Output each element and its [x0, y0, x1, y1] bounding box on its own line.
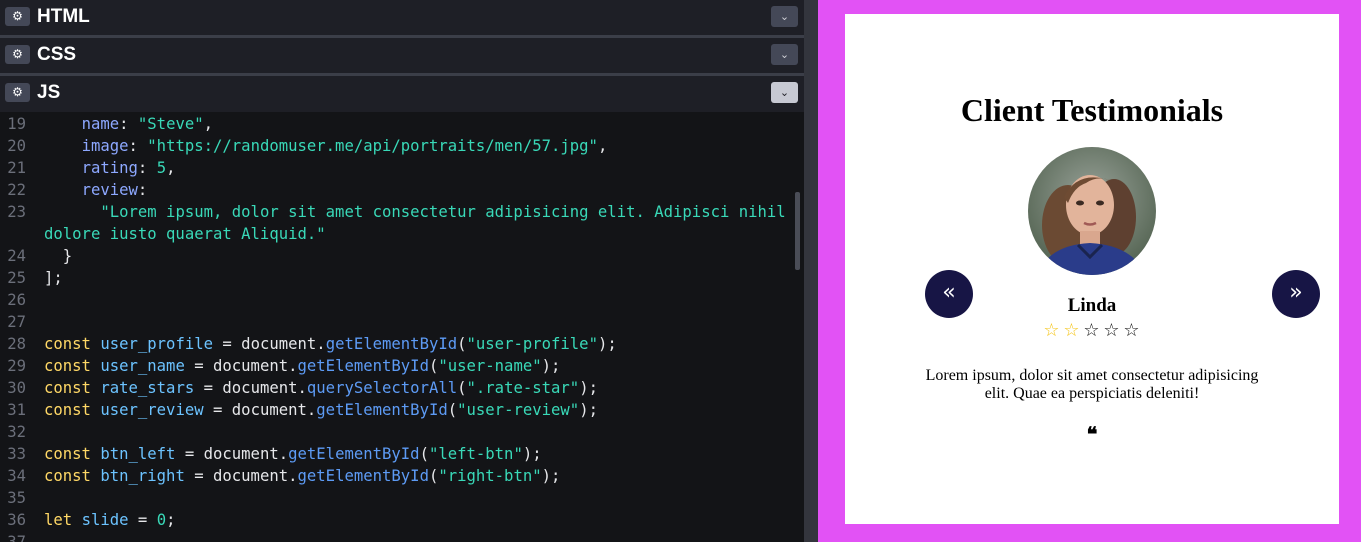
code-text[interactable]: dolore iusto quaerat Aliquid.": [44, 223, 326, 245]
code-line[interactable]: 31 const user_review = document.getElemen…: [0, 399, 796, 421]
line-number: 19: [7, 115, 26, 133]
code-line[interactable]: 19 name: "Steve",: [0, 113, 796, 135]
code-line[interactable]: 29 const user_name = document.getElementB…: [0, 355, 796, 377]
line-number: 28: [7, 335, 26, 353]
line-number: 20: [7, 137, 26, 155]
html-panel-title: HTML: [37, 6, 90, 27]
js-panel-header[interactable]: ⚙ JS ⌄: [0, 76, 804, 112]
code-line[interactable]: 22 review:: [0, 179, 796, 201]
code-line[interactable]: dolore iusto quaerat Aliquid.": [0, 223, 796, 245]
chevron-down-icon[interactable]: ⌄: [771, 6, 798, 27]
html-panel-header[interactable]: ⚙ HTML ⌄: [0, 0, 804, 36]
line-number: 35: [7, 489, 26, 507]
preview-pane: Client Testimonials « » Linda ☆ ☆ ☆ ☆ ☆ …: [818, 0, 1361, 542]
code-text[interactable]: ];: [44, 267, 63, 289]
gear-icon[interactable]: ⚙: [5, 7, 30, 26]
line-number: 30: [7, 379, 26, 397]
star-icon: ☆: [1083, 320, 1101, 341]
line-number: 24: [7, 247, 26, 265]
line-number: 25: [7, 269, 26, 287]
user-name: Linda: [1067, 295, 1117, 316]
code-editor: ⚙ HTML ⌄ ⚙ CSS ⌄ ⚙ JS ⌄ 19 name: "Steve"…: [0, 0, 804, 542]
star-icon: ☆: [1063, 320, 1081, 341]
line-number: 37: [7, 533, 26, 542]
code-line[interactable]: 33 const btn_left = document.getElementBy…: [0, 443, 796, 465]
code-line[interactable]: 28 const user_profile = document.getEleme…: [0, 333, 796, 355]
code-line[interactable]: 25];: [0, 267, 796, 289]
js-code-area[interactable]: 19 name: "Steve", 20 image: "https://rand…: [0, 113, 796, 542]
line-number: 33: [7, 445, 26, 463]
code-line[interactable]: 30 const rate_stars = document.querySelec…: [0, 377, 796, 399]
code-line[interactable]: 23 "Lorem ipsum, dolor sit amet consecte…: [0, 201, 796, 223]
line-number: 21: [7, 159, 26, 177]
code-text[interactable]: const user_name = document.getElementByI…: [44, 355, 560, 377]
code-line[interactable]: 32: [0, 421, 796, 443]
line-number: 36: [7, 511, 26, 529]
line-number: 23: [7, 203, 26, 221]
code-line[interactable]: 34 const btn_right = document.getElementB…: [0, 465, 796, 487]
code-text[interactable]: review:: [44, 179, 148, 201]
css-panel-header[interactable]: ⚙ CSS ⌄: [0, 38, 804, 74]
code-line[interactable]: 20 image: "https://randomuser.me/api/por…: [0, 135, 796, 157]
code-text[interactable]: const btn_right = document.getElementByI…: [44, 465, 560, 487]
code-line[interactable]: 24 }: [0, 245, 796, 267]
resize-divider[interactable]: [804, 0, 818, 542]
line-number: 29: [7, 357, 26, 375]
line-number: 34: [7, 467, 26, 485]
code-line[interactable]: 27: [0, 311, 796, 333]
code-text[interactable]: }: [44, 245, 72, 267]
code-text[interactable]: const user_review = document.getElementB…: [44, 399, 598, 421]
code-text[interactable]: let slide = 0;: [44, 509, 175, 531]
testimonial-card: Client Testimonials « » Linda ☆ ☆ ☆ ☆ ☆ …: [845, 14, 1339, 524]
code-line[interactable]: 21 rating: 5,: [0, 157, 796, 179]
code-text[interactable]: "Lorem ipsum, dolor sit amet consectetur…: [44, 201, 785, 223]
gear-icon[interactable]: ⚙: [5, 45, 30, 64]
scrollbar[interactable]: [795, 192, 800, 270]
chevron-down-icon[interactable]: ⌄: [771, 44, 798, 65]
code-text[interactable]: const btn_left = document.getElementById…: [44, 443, 542, 465]
code-line[interactable]: 35: [0, 487, 796, 509]
star-icon: ☆: [1043, 320, 1061, 341]
line-number: 22: [7, 181, 26, 199]
avatar: [1028, 147, 1156, 275]
avatar-photo: [1028, 147, 1156, 275]
code-text[interactable]: name: "Steve",: [44, 113, 213, 135]
code-text[interactable]: const user_profile = document.getElement…: [44, 333, 617, 355]
code-text[interactable]: const rate_stars = document.querySelecto…: [44, 377, 598, 399]
line-number: 26: [7, 291, 26, 309]
line-number: 27: [7, 313, 26, 331]
css-panel-title: CSS: [37, 44, 77, 65]
line-number: 32: [7, 423, 26, 441]
code-text[interactable]: image: "https://randomuser.me/api/portra…: [44, 135, 608, 157]
code-line[interactable]: 36 let slide = 0;: [0, 509, 796, 531]
user-review: Lorem ipsum, dolor sit amet consectetur …: [925, 367, 1259, 402]
code-line[interactable]: 37: [0, 531, 796, 542]
quote-icon: ❝: [1086, 424, 1098, 446]
line-number: 31: [7, 401, 26, 419]
code-text[interactable]: rating: 5,: [44, 157, 176, 179]
gear-icon[interactable]: ⚙: [5, 83, 30, 102]
page-title: Client Testimonials: [960, 92, 1224, 128]
star-icon: ☆: [1103, 320, 1121, 341]
rating-stars: ☆ ☆ ☆ ☆ ☆: [845, 320, 1339, 341]
star-icon: ☆: [1123, 320, 1141, 341]
js-panel-title: JS: [37, 82, 61, 103]
chevron-down-icon[interactable]: ⌄: [771, 82, 798, 103]
code-line[interactable]: 26: [0, 289, 796, 311]
